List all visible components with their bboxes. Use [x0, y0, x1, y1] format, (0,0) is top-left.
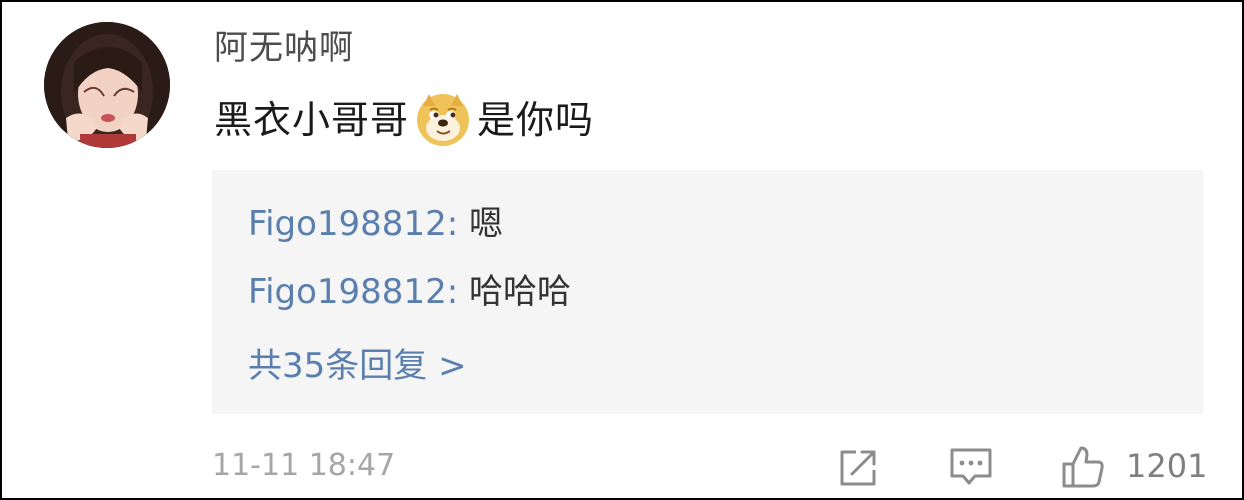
comment-text-after: 是你吗: [477, 98, 595, 142]
reply-separator: :: [446, 272, 459, 312]
reply-preview-box[interactable]: Figo198812: 嗯 Figo198812: 哈哈哈 共35条回复 >: [212, 170, 1203, 414]
like-count: 1201: [1126, 447, 1208, 485]
comment-text-before: 黑衣小哥哥: [214, 98, 410, 142]
view-all-replies-link[interactable]: 共35条回复 >: [248, 344, 467, 388]
comment-icon[interactable]: [948, 444, 994, 490]
comment-text: 黑衣小哥哥 是你吗: [214, 94, 594, 146]
comment-timestamp: 11-11 18:47: [212, 448, 396, 483]
reply-text: 哈哈哈: [469, 272, 571, 312]
doge-emoji-icon: [415, 92, 471, 148]
share-icon[interactable]: [836, 444, 882, 490]
reply-author[interactable]: Figo198812: [248, 272, 447, 312]
reply-text: 嗯: [469, 204, 503, 244]
thumbs-up-icon[interactable]: [1060, 444, 1106, 490]
reply-item[interactable]: Figo198812: 哈哈哈: [248, 270, 571, 314]
reply-separator: :: [446, 204, 459, 244]
reply-item[interactable]: Figo198812: 嗯: [248, 202, 503, 246]
comment-username[interactable]: 阿无呐啊: [214, 26, 354, 70]
avatar-image: [44, 22, 170, 148]
reply-author[interactable]: Figo198812: [248, 204, 447, 244]
avatar[interactable]: [44, 22, 170, 148]
comment-card: 阿无呐啊 黑衣小哥哥 是你吗 Figo198812: 嗯 Figo198812:…: [0, 0, 1244, 500]
